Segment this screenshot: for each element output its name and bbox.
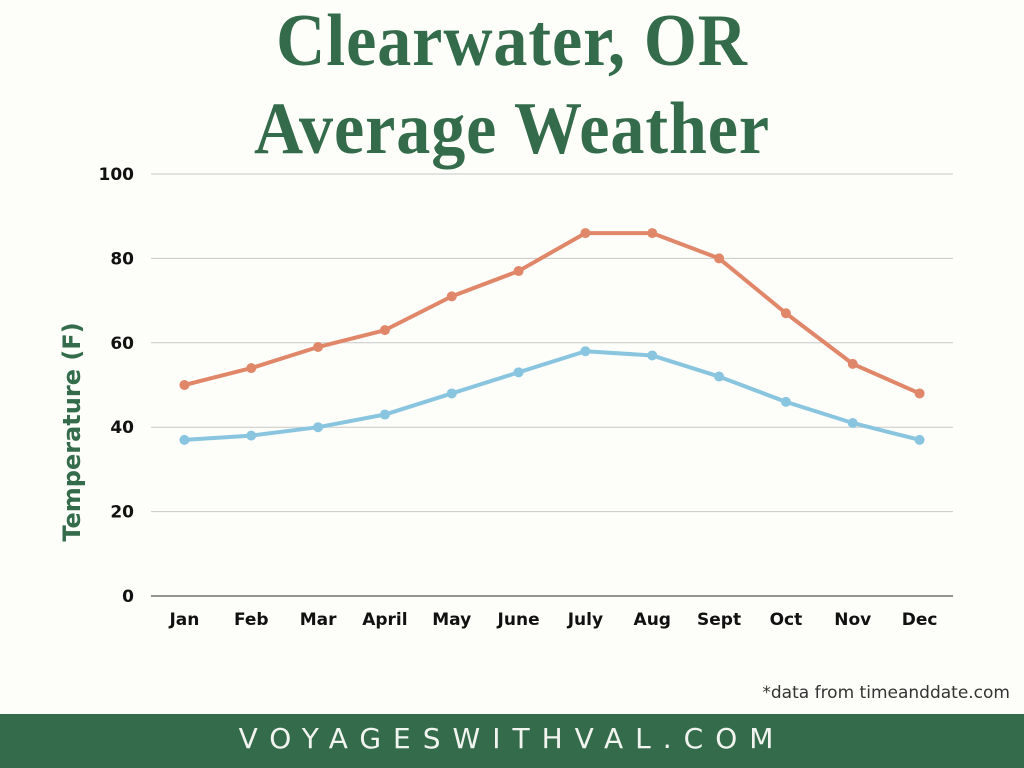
average-high-point	[914, 388, 925, 399]
average-high-point	[179, 380, 190, 390]
series-average-high	[179, 228, 925, 399]
x-tick-label: Mar	[300, 610, 337, 630]
x-tick-label: Feb	[234, 610, 269, 630]
average-low-point	[379, 409, 390, 420]
x-tick-label: Dec	[902, 610, 938, 630]
average-high-point	[246, 363, 257, 374]
gridlines	[151, 173, 953, 597]
average-high-point	[446, 291, 457, 302]
average-low-point	[780, 396, 791, 407]
y-tick-label: 60	[110, 334, 134, 354]
average-low-point	[513, 367, 524, 378]
average-low-point	[714, 371, 725, 382]
y-tick-label: 20	[110, 503, 134, 523]
average-high-point	[580, 228, 591, 239]
average-low-point	[580, 346, 591, 357]
average-high-point	[847, 358, 858, 369]
average-low-point	[179, 434, 190, 445]
average-high-point	[714, 253, 725, 264]
y-axis-label: Temperature (F)	[58, 322, 86, 541]
average-high-point	[313, 342, 324, 353]
x-tick-label: July	[567, 610, 603, 630]
x-tick-label: April	[362, 610, 407, 630]
y-tick-label: 80	[110, 249, 134, 269]
average-low-line	[182, 349, 922, 442]
average-high-point	[647, 228, 658, 239]
y-tick-label: 0	[122, 587, 134, 607]
series-lines	[179, 228, 925, 445]
y-tick-label: 100	[99, 165, 135, 185]
x-tick-label: Nov	[834, 610, 871, 630]
footer-banner: VOYAGESWITHVAL.COM	[0, 714, 1024, 768]
x-tick-label: Sept	[697, 610, 741, 630]
x-tick-label: May	[432, 610, 471, 630]
average-high-point	[513, 266, 524, 277]
data-source-note: *data from timeanddate.com	[762, 683, 1010, 703]
average-low-point	[647, 350, 658, 361]
x-tick-label: June	[497, 610, 540, 630]
average-low-point	[914, 434, 925, 445]
x-tick-label: Jan	[168, 610, 199, 630]
y-tick-label: 40	[110, 418, 134, 438]
average-low-point	[246, 430, 257, 441]
series-average-low	[179, 346, 925, 445]
x-tick-label: Oct	[770, 610, 803, 630]
average-low-point	[446, 388, 457, 399]
average-high-point	[379, 325, 390, 336]
y-axis-ticks: 0 20 40 60 80 100	[99, 165, 135, 607]
average-high-line	[182, 231, 922, 396]
footer-site-link[interactable]: VOYAGESWITHVAL.COM	[239, 722, 786, 755]
x-axis-ticks: Jan Feb Mar April May June July Aug Sept Oct Nov De…	[168, 610, 937, 630]
x-tick-label: Aug	[634, 610, 671, 630]
average-low-point	[847, 417, 858, 428]
temperature-line-chart: 0 20 40 60 80 100 Jan Feb Mar April May June July Au…	[58, 165, 953, 630]
average-low-point	[313, 422, 324, 433]
average-high-point	[780, 308, 791, 319]
